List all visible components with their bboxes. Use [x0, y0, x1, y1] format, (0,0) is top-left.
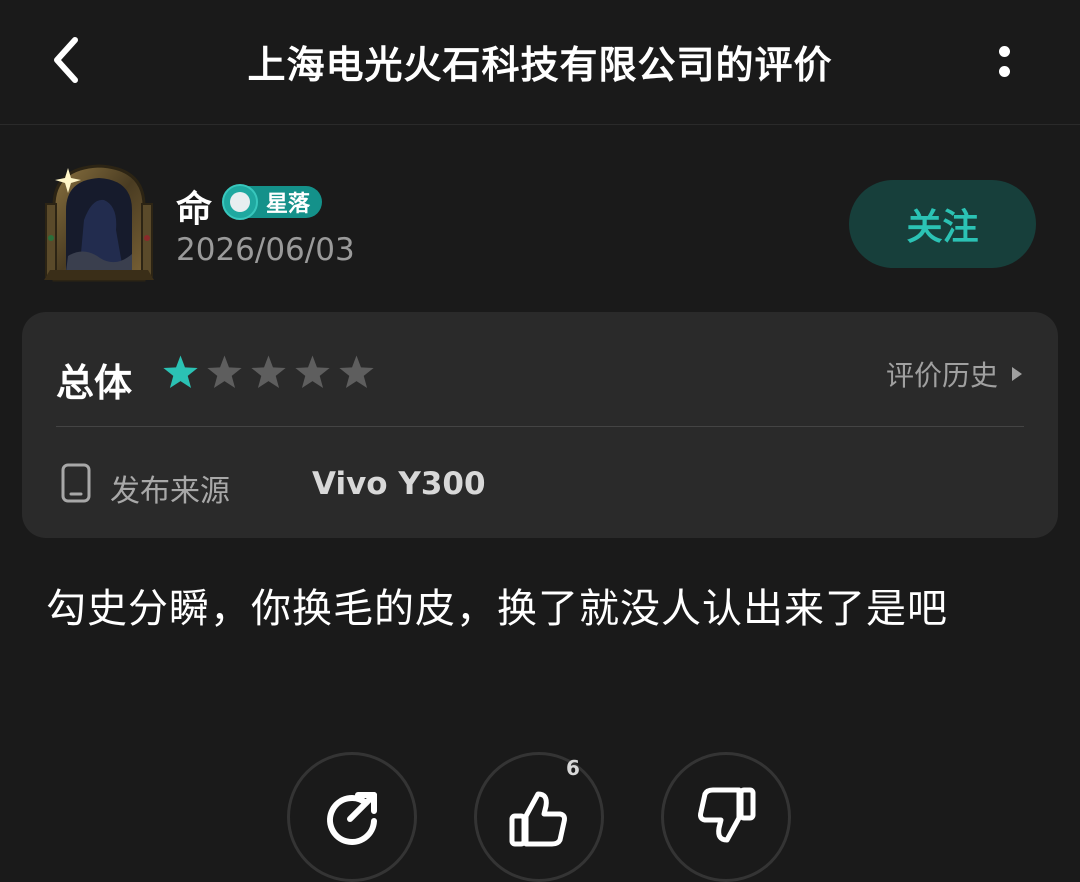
top-bar: 上海电光火石科技有限公司的评价 — [0, 0, 1080, 125]
page-title: 上海电光火石科技有限公司的评价 — [247, 43, 833, 87]
share-button[interactable] — [287, 752, 417, 882]
star-rating — [162, 354, 375, 391]
star-empty-icon — [207, 355, 242, 389]
rating-card: 总体 评价历史 发布来源 Vivo Y300 — [22, 312, 1058, 538]
triangle-right-icon — [1012, 367, 1022, 381]
rating-history-link[interactable]: 评价历史 — [886, 354, 1024, 394]
like-button[interactable] — [474, 752, 604, 882]
share-icon — [327, 792, 377, 845]
device-name: Vivo Y300 — [312, 466, 486, 502]
star-empty-icon — [339, 355, 374, 389]
badge-label: 星落 — [248, 186, 323, 218]
overall-label: 总体 — [56, 361, 133, 405]
badge-avatar-icon — [222, 184, 258, 220]
username[interactable]: 命 — [176, 180, 212, 232]
review-text: 勾史分瞬，你换毛的皮，换了就没人认出来了是吧 — [46, 586, 948, 632]
source-label: 发布来源 — [110, 474, 230, 509]
thumbs-up-icon — [509, 791, 567, 847]
star-empty-icon — [295, 355, 330, 389]
more-vertical-icon-dot — [998, 65, 1010, 77]
phone-icon — [61, 463, 91, 503]
more-button[interactable] — [984, 36, 1024, 86]
more-vertical-icon — [998, 45, 1010, 57]
follow-button[interactable]: 关注 — [849, 180, 1036, 268]
dislike-button[interactable] — [661, 752, 791, 882]
divider — [56, 426, 1024, 427]
post-date: 2026/06/03 — [176, 232, 355, 268]
rating-history-label: 评价历史 — [885, 359, 998, 392]
thumbs-down-icon — [698, 787, 756, 843]
like-count: 6 — [566, 756, 580, 780]
avatar[interactable] — [40, 160, 158, 284]
star-filled-icon — [163, 355, 198, 389]
user-badge: 星落 — [222, 184, 323, 220]
star-empty-icon — [251, 355, 286, 389]
